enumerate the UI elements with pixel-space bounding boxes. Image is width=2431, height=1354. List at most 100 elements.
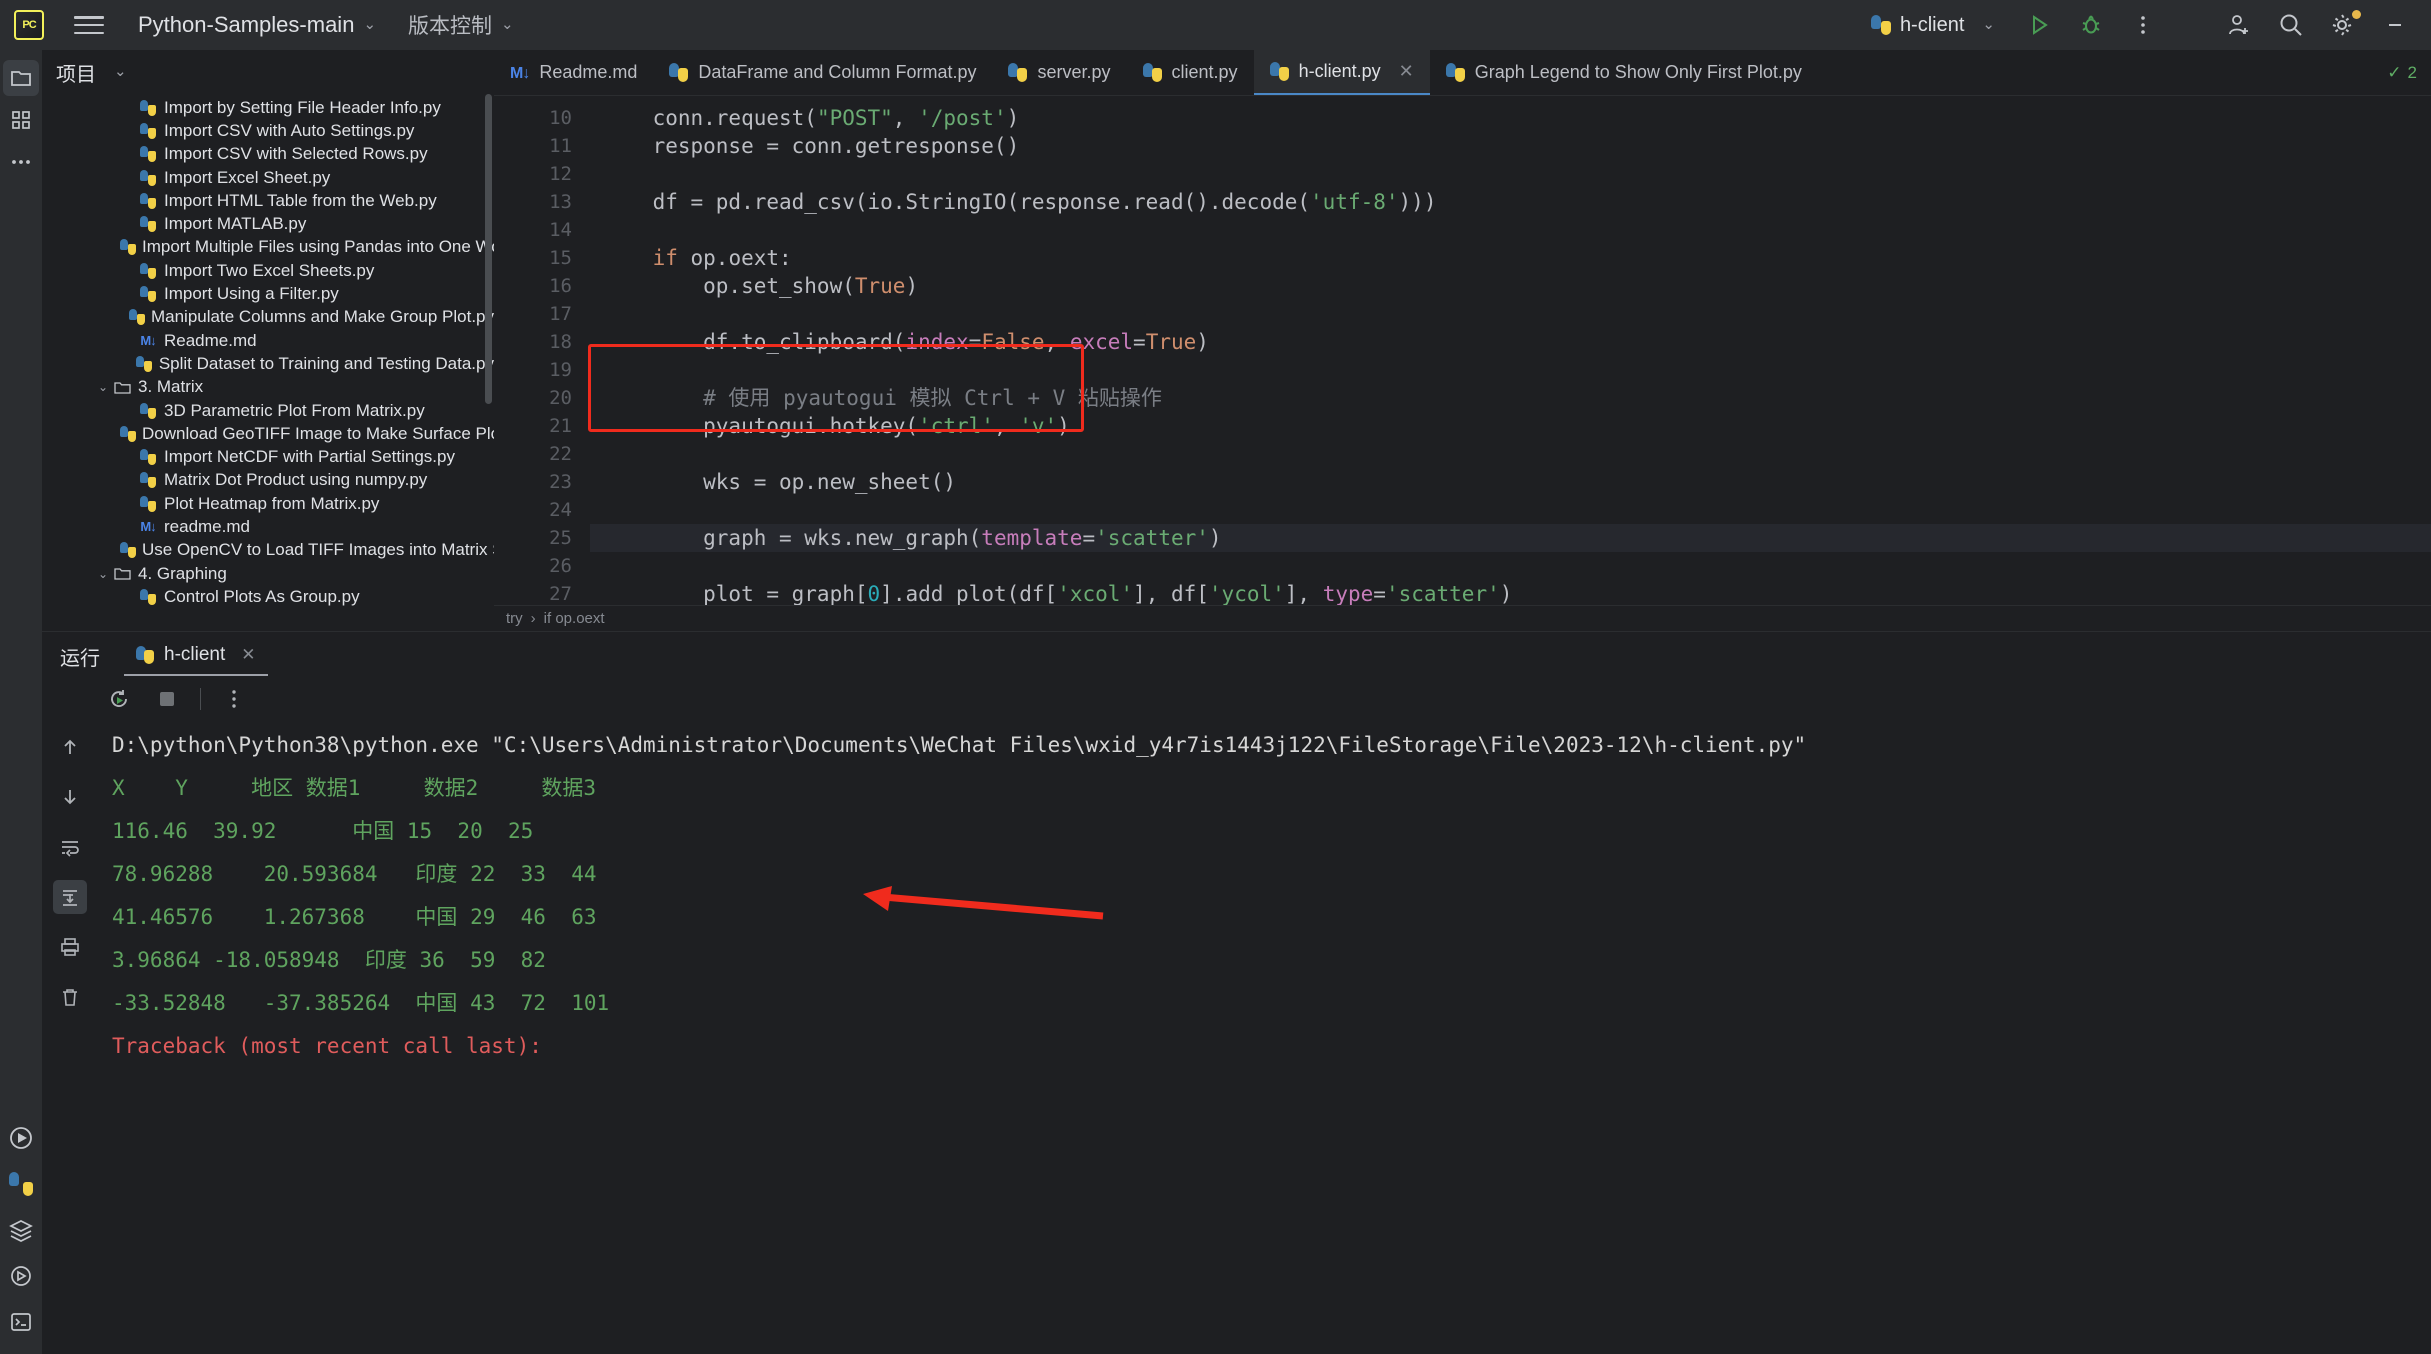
code-line[interactable]: if op.oext: bbox=[590, 244, 2431, 272]
tree-file-row[interactable]: Split Dataset to Training and Testing Da… bbox=[42, 352, 494, 375]
close-icon[interactable]: ✕ bbox=[241, 645, 255, 665]
run-icon[interactable] bbox=[2013, 0, 2065, 50]
editor-tab[interactable]: client.py bbox=[1127, 50, 1254, 95]
tree-item-label: Import Two Excel Sheets.py bbox=[164, 260, 375, 280]
code-line[interactable] bbox=[590, 356, 2431, 384]
tree-file-row[interactable]: Use OpenCV to Load TIFF Images into Matr… bbox=[42, 539, 494, 562]
code-line[interactable] bbox=[590, 552, 2431, 580]
chevron-down-icon[interactable]: ⌄ bbox=[94, 380, 112, 394]
settings-gear-icon[interactable] bbox=[2317, 0, 2369, 50]
tree-file-row[interactable]: Import CSV with Selected Rows.py bbox=[42, 143, 494, 166]
tree-file-row[interactable]: M↓ readme.md bbox=[42, 515, 494, 538]
code-line[interactable]: pyautogui.hotkey('ctrl', 'v') bbox=[590, 412, 2431, 440]
run-configuration-selector[interactable]: h-client ⌄ bbox=[1861, 10, 2005, 41]
chevron-down-icon[interactable]: ⌄ bbox=[114, 62, 127, 80]
tree-file-row[interactable]: Import Excel Sheet.py bbox=[42, 166, 494, 189]
rerun-icon[interactable] bbox=[104, 684, 134, 714]
code-line[interactable] bbox=[590, 160, 2431, 188]
code-line[interactable]: op.set_show(True) bbox=[590, 272, 2431, 300]
tree-file-row[interactable]: M↓ Readme.md bbox=[42, 329, 494, 352]
more-tool-windows-icon[interactable] bbox=[3, 144, 39, 180]
tree-folder-row[interactable]: ⌄ 4. Graphing bbox=[42, 562, 494, 585]
editor-tab[interactable]: M↓ Readme.md bbox=[494, 50, 653, 95]
breadcrumb-item-0[interactable]: try bbox=[506, 610, 523, 627]
tree-item-label: Import Using a Filter.py bbox=[164, 284, 339, 304]
project-file-tree[interactable]: Import by Setting File Header Info.py Imp… bbox=[42, 94, 494, 631]
services-icon[interactable] bbox=[3, 1258, 39, 1294]
tree-file-row[interactable]: Import MATLAB.py bbox=[42, 212, 494, 235]
tree-file-row[interactable]: Import Multiple Files using Pandas into … bbox=[42, 236, 494, 259]
close-icon[interactable]: ✕ bbox=[1399, 61, 1414, 82]
print-icon[interactable] bbox=[53, 930, 87, 964]
main-menu-icon[interactable] bbox=[74, 12, 104, 38]
code-line[interactable]: df.to_clipboard(index=False, excel=True) bbox=[590, 328, 2431, 356]
project-tree-scrollbar[interactable] bbox=[485, 94, 492, 404]
python-file-icon bbox=[1008, 63, 1028, 82]
scroll-to-end-icon[interactable] bbox=[53, 880, 87, 914]
scroll-down-icon[interactable] bbox=[53, 780, 87, 814]
chevron-down-icon[interactable]: ⌄ bbox=[363, 15, 376, 33]
code-text[interactable]: conn.request("POST", '/post') response =… bbox=[590, 96, 2431, 605]
editor-tab[interactable]: server.py bbox=[992, 50, 1126, 95]
tree-file-row[interactable]: Import Two Excel Sheets.py bbox=[42, 259, 494, 282]
tree-file-row[interactable]: Control Plots As Group.py bbox=[42, 585, 494, 608]
packages-icon[interactable] bbox=[3, 1212, 39, 1248]
code-line[interactable]: wks = op.new_sheet() bbox=[590, 468, 2431, 496]
project-panel: 项目 ⌄ Import by Setting File Header Info.… bbox=[42, 50, 494, 631]
project-tool-icon[interactable] bbox=[3, 60, 39, 96]
editor-tab[interactable]: h-client.py ✕ bbox=[1253, 50, 1430, 95]
tree-file-row[interactable]: Import Using a Filter.py bbox=[42, 282, 494, 305]
tree-file-row[interactable]: Import CSV with Auto Settings.py bbox=[42, 119, 494, 142]
breadcrumb-item-1[interactable]: if op.oext bbox=[544, 610, 605, 627]
tree-file-row[interactable]: Import by Setting File Header Info.py bbox=[42, 96, 494, 119]
code-line[interactable]: plot = graph[0].add_plot(df['xcol'], df[… bbox=[590, 580, 2431, 605]
inspection-status-widget[interactable]: ✓ 2 bbox=[2387, 50, 2431, 95]
code-line[interactable]: response = conn.getresponse() bbox=[590, 132, 2431, 160]
debug-icon[interactable] bbox=[2065, 0, 2117, 50]
tree-folder-row[interactable]: ⌄ 3. Matrix bbox=[42, 376, 494, 399]
python-console-icon[interactable] bbox=[3, 1166, 39, 1202]
code-line[interactable]: df = pd.read_csv(io.StringIO(response.re… bbox=[590, 188, 2431, 216]
code-line[interactable] bbox=[590, 496, 2431, 524]
run-session-tab[interactable]: h-client ✕ bbox=[124, 636, 268, 676]
code-line[interactable] bbox=[590, 300, 2431, 328]
tree-file-row[interactable]: Plot Heatmap from Matrix.py bbox=[42, 492, 494, 515]
minimize-icon[interactable] bbox=[2369, 0, 2421, 50]
tree-file-row[interactable]: Manipulate Columns and Make Group Plot.p… bbox=[42, 306, 494, 329]
more-actions-icon[interactable] bbox=[2117, 0, 2169, 50]
project-name-label[interactable]: Python-Samples-main bbox=[138, 12, 354, 38]
tree-file-row[interactable]: Download GeoTIFF Image to Make Surface P… bbox=[42, 422, 494, 445]
code-token: op.oext: bbox=[677, 246, 792, 270]
code-line[interactable]: # 使用 pyautogui 模拟 Ctrl + V 粘贴操作 bbox=[590, 384, 2431, 412]
terminal-icon[interactable] bbox=[3, 1304, 39, 1340]
tree-file-row[interactable]: 3D Parametric Plot From Matrix.py bbox=[42, 399, 494, 422]
search-icon[interactable] bbox=[2265, 0, 2317, 50]
tree-file-row[interactable]: Import HTML Table from the Web.py bbox=[42, 189, 494, 212]
tree-file-row[interactable]: Matrix Dot Product using numpy.py bbox=[42, 469, 494, 492]
code-line[interactable]: graph = wks.new_graph(template='scatter'… bbox=[590, 524, 2431, 552]
code-line[interactable] bbox=[590, 216, 2431, 244]
code-line[interactable] bbox=[590, 440, 2431, 468]
line-number: 23 bbox=[549, 471, 572, 493]
vcs-chevron-down-icon[interactable]: ⌄ bbox=[501, 15, 514, 33]
add-user-icon[interactable] bbox=[2213, 0, 2265, 50]
code-token: ) bbox=[1499, 582, 1513, 605]
tree-file-row[interactable]: Import NetCDF with Partial Settings.py bbox=[42, 445, 494, 468]
editor-tab[interactable]: Graph Legend to Show Only First Plot.py bbox=[1430, 50, 1818, 95]
editor-tab[interactable]: DataFrame and Column Format.py bbox=[653, 50, 992, 95]
more-icon[interactable] bbox=[219, 684, 249, 714]
code-editor[interactable]: 10 11 12 13 14 15 16 17 18 19 20 21 22 23 24 25 26 27 con… bbox=[494, 96, 2431, 605]
console-output[interactable]: D:\python\Python38\python.exe "C:\Users\… bbox=[98, 718, 2431, 1354]
scroll-up-icon[interactable] bbox=[53, 730, 87, 764]
trash-icon[interactable] bbox=[53, 980, 87, 1014]
structure-tool-icon[interactable] bbox=[3, 102, 39, 138]
tree-item-label: Import Excel Sheet.py bbox=[164, 167, 331, 187]
vcs-menu-label[interactable]: 版本控制 bbox=[408, 10, 492, 40]
stop-icon[interactable] bbox=[152, 684, 182, 714]
chevron-down-icon[interactable]: ⌄ bbox=[94, 567, 112, 581]
project-panel-header: 项目 ⌄ bbox=[42, 50, 494, 94]
soft-wrap-icon[interactable] bbox=[53, 830, 87, 864]
code-line[interactable]: conn.request("POST", '/post') bbox=[590, 104, 2431, 132]
code-token: "POST" bbox=[816, 106, 893, 130]
run-tool-icon[interactable] bbox=[3, 1120, 39, 1156]
